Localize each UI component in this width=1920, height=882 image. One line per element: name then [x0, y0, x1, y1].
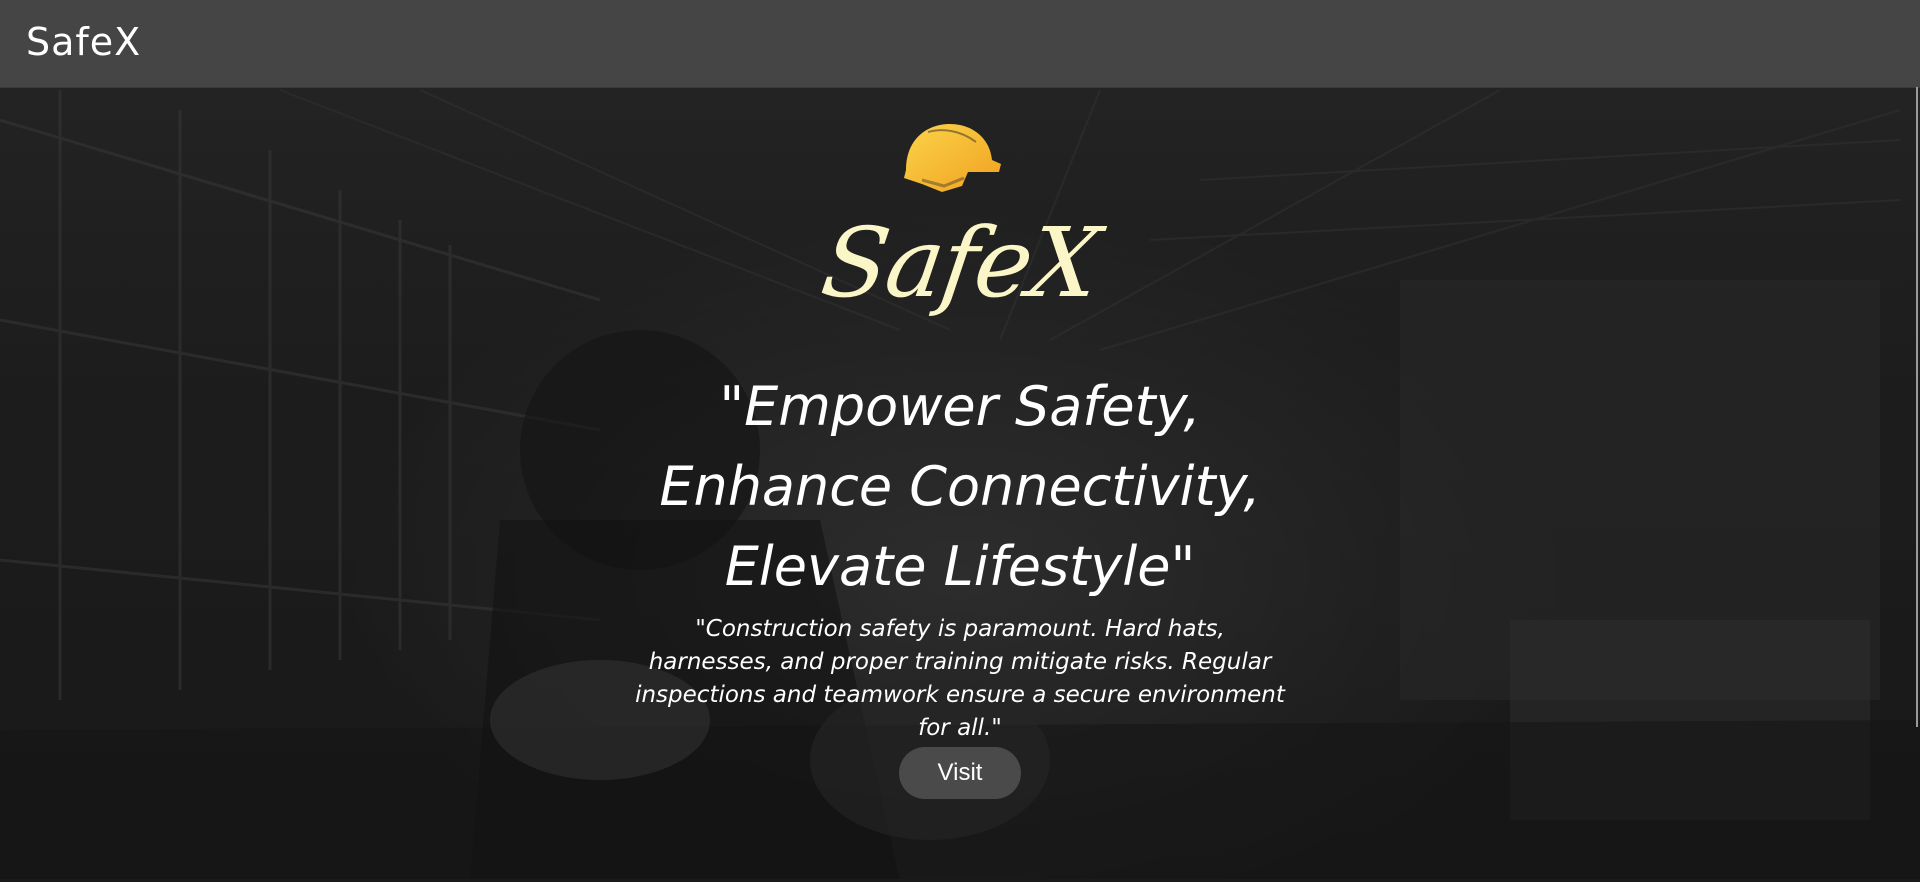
hero-tagline: "Empower Safety, Enhance Connectivity, E… [560, 367, 1360, 607]
tagline-line: "Empower Safety, [719, 375, 1201, 438]
visit-button[interactable]: Visit [899, 747, 1021, 799]
hero-logo-text: SafeX [815, 207, 1105, 319]
tagline-line: Enhance Connectivity, [659, 455, 1261, 518]
landing-page: SafeX SafeX "Empower Safety, Enhance Con… [0, 0, 1920, 882]
top-navbar: SafeX [0, 0, 1920, 88]
scrollbar[interactable] [1916, 87, 1918, 727]
hero-section: SafeX "Empower Safety, Enhance Connectiv… [0, 87, 1920, 882]
tagline-line: Elevate Lifestyle" [724, 535, 1196, 598]
hard-hat-icon [904, 124, 1001, 192]
navbar-brand-link[interactable]: SafeX [26, 20, 141, 64]
hero-quote: "Construction safety is paramount. Hard … [635, 616, 1285, 741]
